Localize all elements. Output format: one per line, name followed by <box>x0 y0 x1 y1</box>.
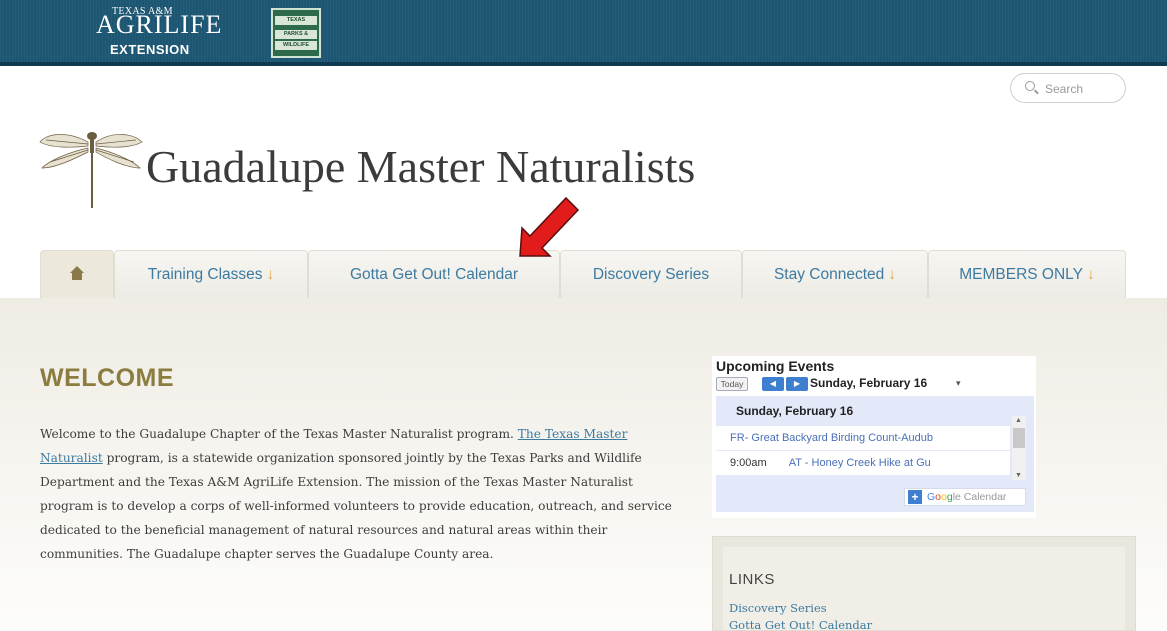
tpwd-logo-line1: TEXAS <box>275 16 317 25</box>
events-date-label: Sunday, February 16 <box>810 376 928 390</box>
chevron-down-icon[interactable]: ▾ <box>956 378 961 389</box>
agrilife-logo[interactable]: TEXAS A&M AGRILIFE EXTENSION <box>90 2 240 62</box>
tab-label: Discovery Series <box>592 266 710 283</box>
dropdown-arrow-icon: ↓ <box>888 266 897 283</box>
tab-label: Training Classes <box>147 266 263 283</box>
link-gotta-get-out-calendar[interactable]: Gotta Get Out! Calendar <box>729 618 872 631</box>
tab-discovery-series[interactable]: Discovery Series <box>560 250 742 298</box>
links-heading: LINKS <box>729 571 775 588</box>
tpwd-logo-line2: PARKS & <box>275 30 317 39</box>
events-title: Upcoming Events <box>716 358 835 374</box>
welcome-paragraph: Welcome to the Guadalupe Chapter of the … <box>40 422 680 566</box>
tab-members-only[interactable]: MEMBERS ONLY ↓ <box>928 250 1126 298</box>
plus-icon: + <box>908 490 922 504</box>
site-title[interactable]: Guadalupe Master Naturalists <box>146 140 695 193</box>
scroll-down-icon: ▼ <box>1015 472 1022 479</box>
welcome-text-start: Welcome to the Guadalupe Chapter of the … <box>40 427 518 441</box>
search-input[interactable]: Search <box>1010 73 1126 103</box>
tpwd-logo[interactable]: TEXAS PARKS & WILDLIFE <box>271 8 321 58</box>
dropdown-arrow-icon: ↓ <box>1087 266 1095 283</box>
events-agenda: Sunday, February 16 FR- Great Backyard B… <box>716 396 1034 512</box>
tab-stay-connected[interactable]: Stay Connected ↓ <box>742 250 928 298</box>
scroll-thumb[interactable] <box>1013 428 1025 448</box>
header-bottom-rule <box>0 62 1167 66</box>
event-row[interactable]: FR- Great Backyard Birding Count-Audub <box>716 426 1010 450</box>
prev-button[interactable]: ◀ <box>762 377 784 391</box>
link-discovery-series[interactable]: Discovery Series <box>729 601 827 615</box>
welcome-heading: WELCOME <box>40 364 175 392</box>
event-time: 9:00am <box>730 457 767 469</box>
events-controls: Today ◀ ▶ Sunday, February 16 ▾ <box>716 376 1032 392</box>
upcoming-events-widget: Upcoming Events Today ◀ ▶ Sunday, Februa… <box>712 356 1036 518</box>
agenda-scrollbar[interactable]: ▲ ▼ <box>1012 416 1026 480</box>
agrilife-logo-line2: AGRILIFE <box>96 10 223 39</box>
google-calendar-button[interactable]: + Google Calendar <box>904 488 1026 506</box>
tab-label: Gotta Get Out! Calendar <box>349 266 518 283</box>
tpwd-logo-line3: WILDLIFE <box>275 41 317 50</box>
scroll-up-icon: ▲ <box>1015 417 1022 424</box>
gcal-label-rest: le Calendar <box>952 491 1007 503</box>
event-title: FR- Great Backyard Birding Count-Audub <box>730 432 933 444</box>
search-icon <box>1025 81 1035 91</box>
today-button[interactable]: Today <box>716 377 748 391</box>
welcome-text-rest: program, is a statewide organization spo… <box>40 451 672 561</box>
agenda-day-heading: Sunday, February 16 <box>736 404 854 418</box>
home-icon <box>70 266 84 281</box>
top-header-bar: TEXAS A&M AGRILIFE EXTENSION TEXAS PARKS… <box>0 0 1167 66</box>
tab-home[interactable] <box>40 250 114 298</box>
red-pointer-arrow-icon <box>519 196 580 257</box>
links-box: LINKS Discovery Series Gotta Get Out! Ca… <box>712 536 1136 631</box>
tab-training-classes[interactable]: Training Classes ↓ <box>114 250 308 298</box>
next-button[interactable]: ▶ <box>786 377 808 391</box>
agrilife-logo-line3: EXTENSION <box>110 42 190 57</box>
search-placeholder: Search <box>1045 82 1084 96</box>
dragonfly-icon <box>39 132 143 208</box>
gcal-letter: G <box>927 491 936 503</box>
dropdown-arrow-icon: ↓ <box>266 266 275 283</box>
tab-label: Stay Connected <box>773 266 885 283</box>
event-row[interactable]: 9:00am AT - Honey Creek Hike at Gu <box>716 451 1010 475</box>
tab-label: MEMBERS ONLY <box>959 266 1083 283</box>
main-navigation: Training Classes ↓ Gotta Get Out! Calenda… <box>40 250 1126 298</box>
event-title: AT - Honey Creek Hike at Gu <box>788 457 931 469</box>
